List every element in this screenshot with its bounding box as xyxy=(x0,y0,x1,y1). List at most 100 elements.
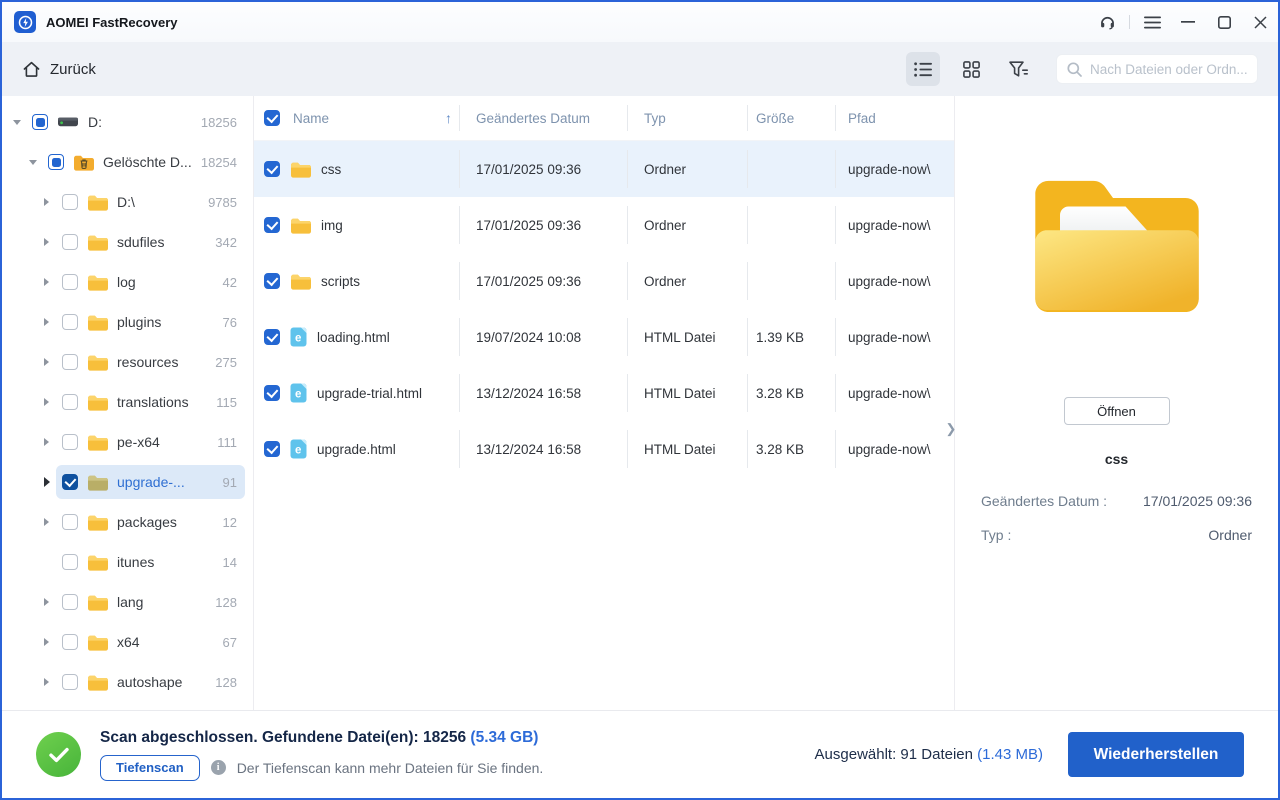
sort-ascending-icon[interactable] xyxy=(445,110,452,126)
expand-arrow-icon[interactable] xyxy=(40,356,53,369)
filter-button[interactable] xyxy=(1002,52,1036,86)
row-checkbox[interactable] xyxy=(264,161,280,177)
tree-checkbox[interactable] xyxy=(62,274,78,290)
column-header-date[interactable]: Geändertes Datum xyxy=(460,96,628,140)
list-view-button[interactable] xyxy=(906,52,940,86)
sidebar-item-d[interactable]: D:18256 xyxy=(2,102,253,142)
recover-button[interactable]: Wiederherstellen xyxy=(1068,732,1244,777)
select-all-checkbox[interactable] xyxy=(264,110,280,126)
file-size: 3.28 KB xyxy=(748,421,836,477)
tree-item-label: upgrade-... xyxy=(117,474,214,490)
sidebar-item-autoshape[interactable]: autoshape128 xyxy=(2,662,253,702)
folder-icon xyxy=(87,434,108,451)
file-name: loading.html xyxy=(317,330,390,345)
expand-arrow-icon[interactable] xyxy=(40,676,53,689)
tree-checkbox[interactable] xyxy=(62,394,78,410)
home-icon xyxy=(22,60,41,78)
row-checkbox[interactable] xyxy=(264,329,280,345)
sidebar-item-plugins[interactable]: plugins76 xyxy=(2,302,253,342)
maximize-button[interactable] xyxy=(1206,2,1242,42)
expand-arrow-icon[interactable] xyxy=(40,196,53,209)
tree-checkbox[interactable] xyxy=(62,314,78,330)
support-headset-button[interactable] xyxy=(1089,2,1125,42)
table-row-upgrade-trial-html[interactable]: eupgrade-trial.html13/12/2024 16:58HTML … xyxy=(254,365,954,421)
file-size xyxy=(748,197,836,253)
sidebar-item-gel-schte-d[interactable]: Gelöschte D...18254 xyxy=(2,142,253,182)
expand-arrow-icon[interactable] xyxy=(40,636,53,649)
expand-arrow-icon[interactable] xyxy=(40,316,53,329)
sidebar-item-itunes[interactable]: itunes14 xyxy=(2,542,253,582)
folder-icon xyxy=(87,394,108,411)
tree-item-label: sdufiles xyxy=(117,234,206,250)
column-header-name[interactable]: Name xyxy=(254,96,460,140)
sidebar-item-lang[interactable]: lang128 xyxy=(2,582,253,622)
expand-arrow-icon[interactable] xyxy=(40,276,53,289)
menu-button[interactable] xyxy=(1134,2,1170,42)
sidebar-item-log[interactable]: log42 xyxy=(2,262,253,302)
sidebar-item-d[interactable]: D:\9785 xyxy=(2,182,253,222)
sidebar-item-upgrade[interactable]: upgrade-...91 xyxy=(2,462,253,502)
row-checkbox[interactable] xyxy=(264,217,280,233)
close-button[interactable] xyxy=(1242,2,1278,42)
open-button[interactable]: Öffnen xyxy=(1064,397,1170,425)
back-button[interactable]: Zurück xyxy=(22,60,96,78)
tree-checkbox[interactable] xyxy=(62,434,78,450)
table-row-css[interactable]: css17/01/2025 09:36Ordnerupgrade-now\ xyxy=(254,141,954,197)
tree-item-label: packages xyxy=(117,514,214,530)
search-input[interactable] xyxy=(1090,62,1247,77)
panel-collapse-handle[interactable] xyxy=(944,420,958,438)
tree-checkbox[interactable] xyxy=(62,674,78,690)
tree-checkbox[interactable] xyxy=(62,234,78,250)
sidebar-item-sdufiles[interactable]: sdufiles 342 xyxy=(2,222,253,262)
folder-icon xyxy=(87,594,108,611)
expand-arrow-icon[interactable] xyxy=(40,396,53,409)
tree-item-count: 9785 xyxy=(208,195,237,210)
expand-arrow-icon[interactable] xyxy=(40,596,53,609)
tree-checkbox[interactable] xyxy=(62,514,78,530)
expand-arrow-icon[interactable] xyxy=(40,516,53,529)
minimize-button[interactable] xyxy=(1170,2,1206,42)
tree-checkbox[interactable] xyxy=(32,114,48,130)
detail-value: 17/01/2025 09:36 xyxy=(1143,493,1252,509)
table-row-scripts[interactable]: scripts17/01/2025 09:36Ordnerupgrade-now… xyxy=(254,253,954,309)
expand-arrow-icon[interactable] xyxy=(40,436,53,449)
tree-checkbox[interactable] xyxy=(48,154,64,170)
folder-icon xyxy=(290,161,311,178)
scan-status-text: Scan abgeschlossen. Gefundene Datei(en):… xyxy=(100,729,543,747)
tree-checkbox[interactable] xyxy=(62,594,78,610)
search-icon xyxy=(1067,62,1082,77)
row-checkbox[interactable] xyxy=(264,385,280,401)
sidebar-item-resources[interactable]: resources275 xyxy=(2,342,253,382)
sidebar-item-x64[interactable]: x6467 xyxy=(2,622,253,662)
table-row-img[interactable]: img17/01/2025 09:36Ordnerupgrade-now\ xyxy=(254,197,954,253)
sidebar-item-translations[interactable]: translations115 xyxy=(2,382,253,422)
folder-icon xyxy=(87,354,108,371)
folder-icon xyxy=(87,314,108,331)
expand-arrow-icon[interactable] xyxy=(10,116,23,129)
row-checkbox[interactable] xyxy=(264,441,280,457)
row-checkbox[interactable] xyxy=(264,273,280,289)
tree-item-count: 342 xyxy=(215,235,237,250)
table-row-upgrade-html[interactable]: eupgrade.html13/12/2024 16:58HTML Datei3… xyxy=(254,421,954,477)
tree-checkbox[interactable] xyxy=(62,634,78,650)
deep-scan-button[interactable]: Tiefenscan xyxy=(100,755,200,781)
column-header-path[interactable]: Pfad xyxy=(836,96,954,140)
tree-checkbox[interactable] xyxy=(62,474,78,490)
tree-checkbox[interactable] xyxy=(62,194,78,210)
expand-arrow-icon[interactable] xyxy=(40,476,53,489)
column-header-type[interactable]: Typ xyxy=(628,96,748,140)
column-header-size[interactable]: Größe xyxy=(748,96,836,140)
info-icon: i xyxy=(211,760,226,775)
titlebar: AOMEI FastRecovery xyxy=(2,2,1278,42)
sidebar-item-packages[interactable]: packages12 xyxy=(2,502,253,542)
folder-icon xyxy=(290,217,311,234)
tree-checkbox[interactable] xyxy=(62,554,78,570)
file-path: upgrade-now\ xyxy=(836,253,954,309)
expand-arrow-icon[interactable] xyxy=(26,156,39,169)
sidebar-item-pe-x64[interactable]: pe-x64111 xyxy=(2,422,253,462)
grid-view-button[interactable] xyxy=(954,52,988,86)
expand-arrow-icon[interactable] xyxy=(40,236,53,249)
detail-row: Typ :Ordner xyxy=(981,527,1252,543)
tree-checkbox[interactable] xyxy=(62,354,78,370)
table-row-loading-html[interactable]: eloading.html19/07/2024 10:08HTML Datei1… xyxy=(254,309,954,365)
